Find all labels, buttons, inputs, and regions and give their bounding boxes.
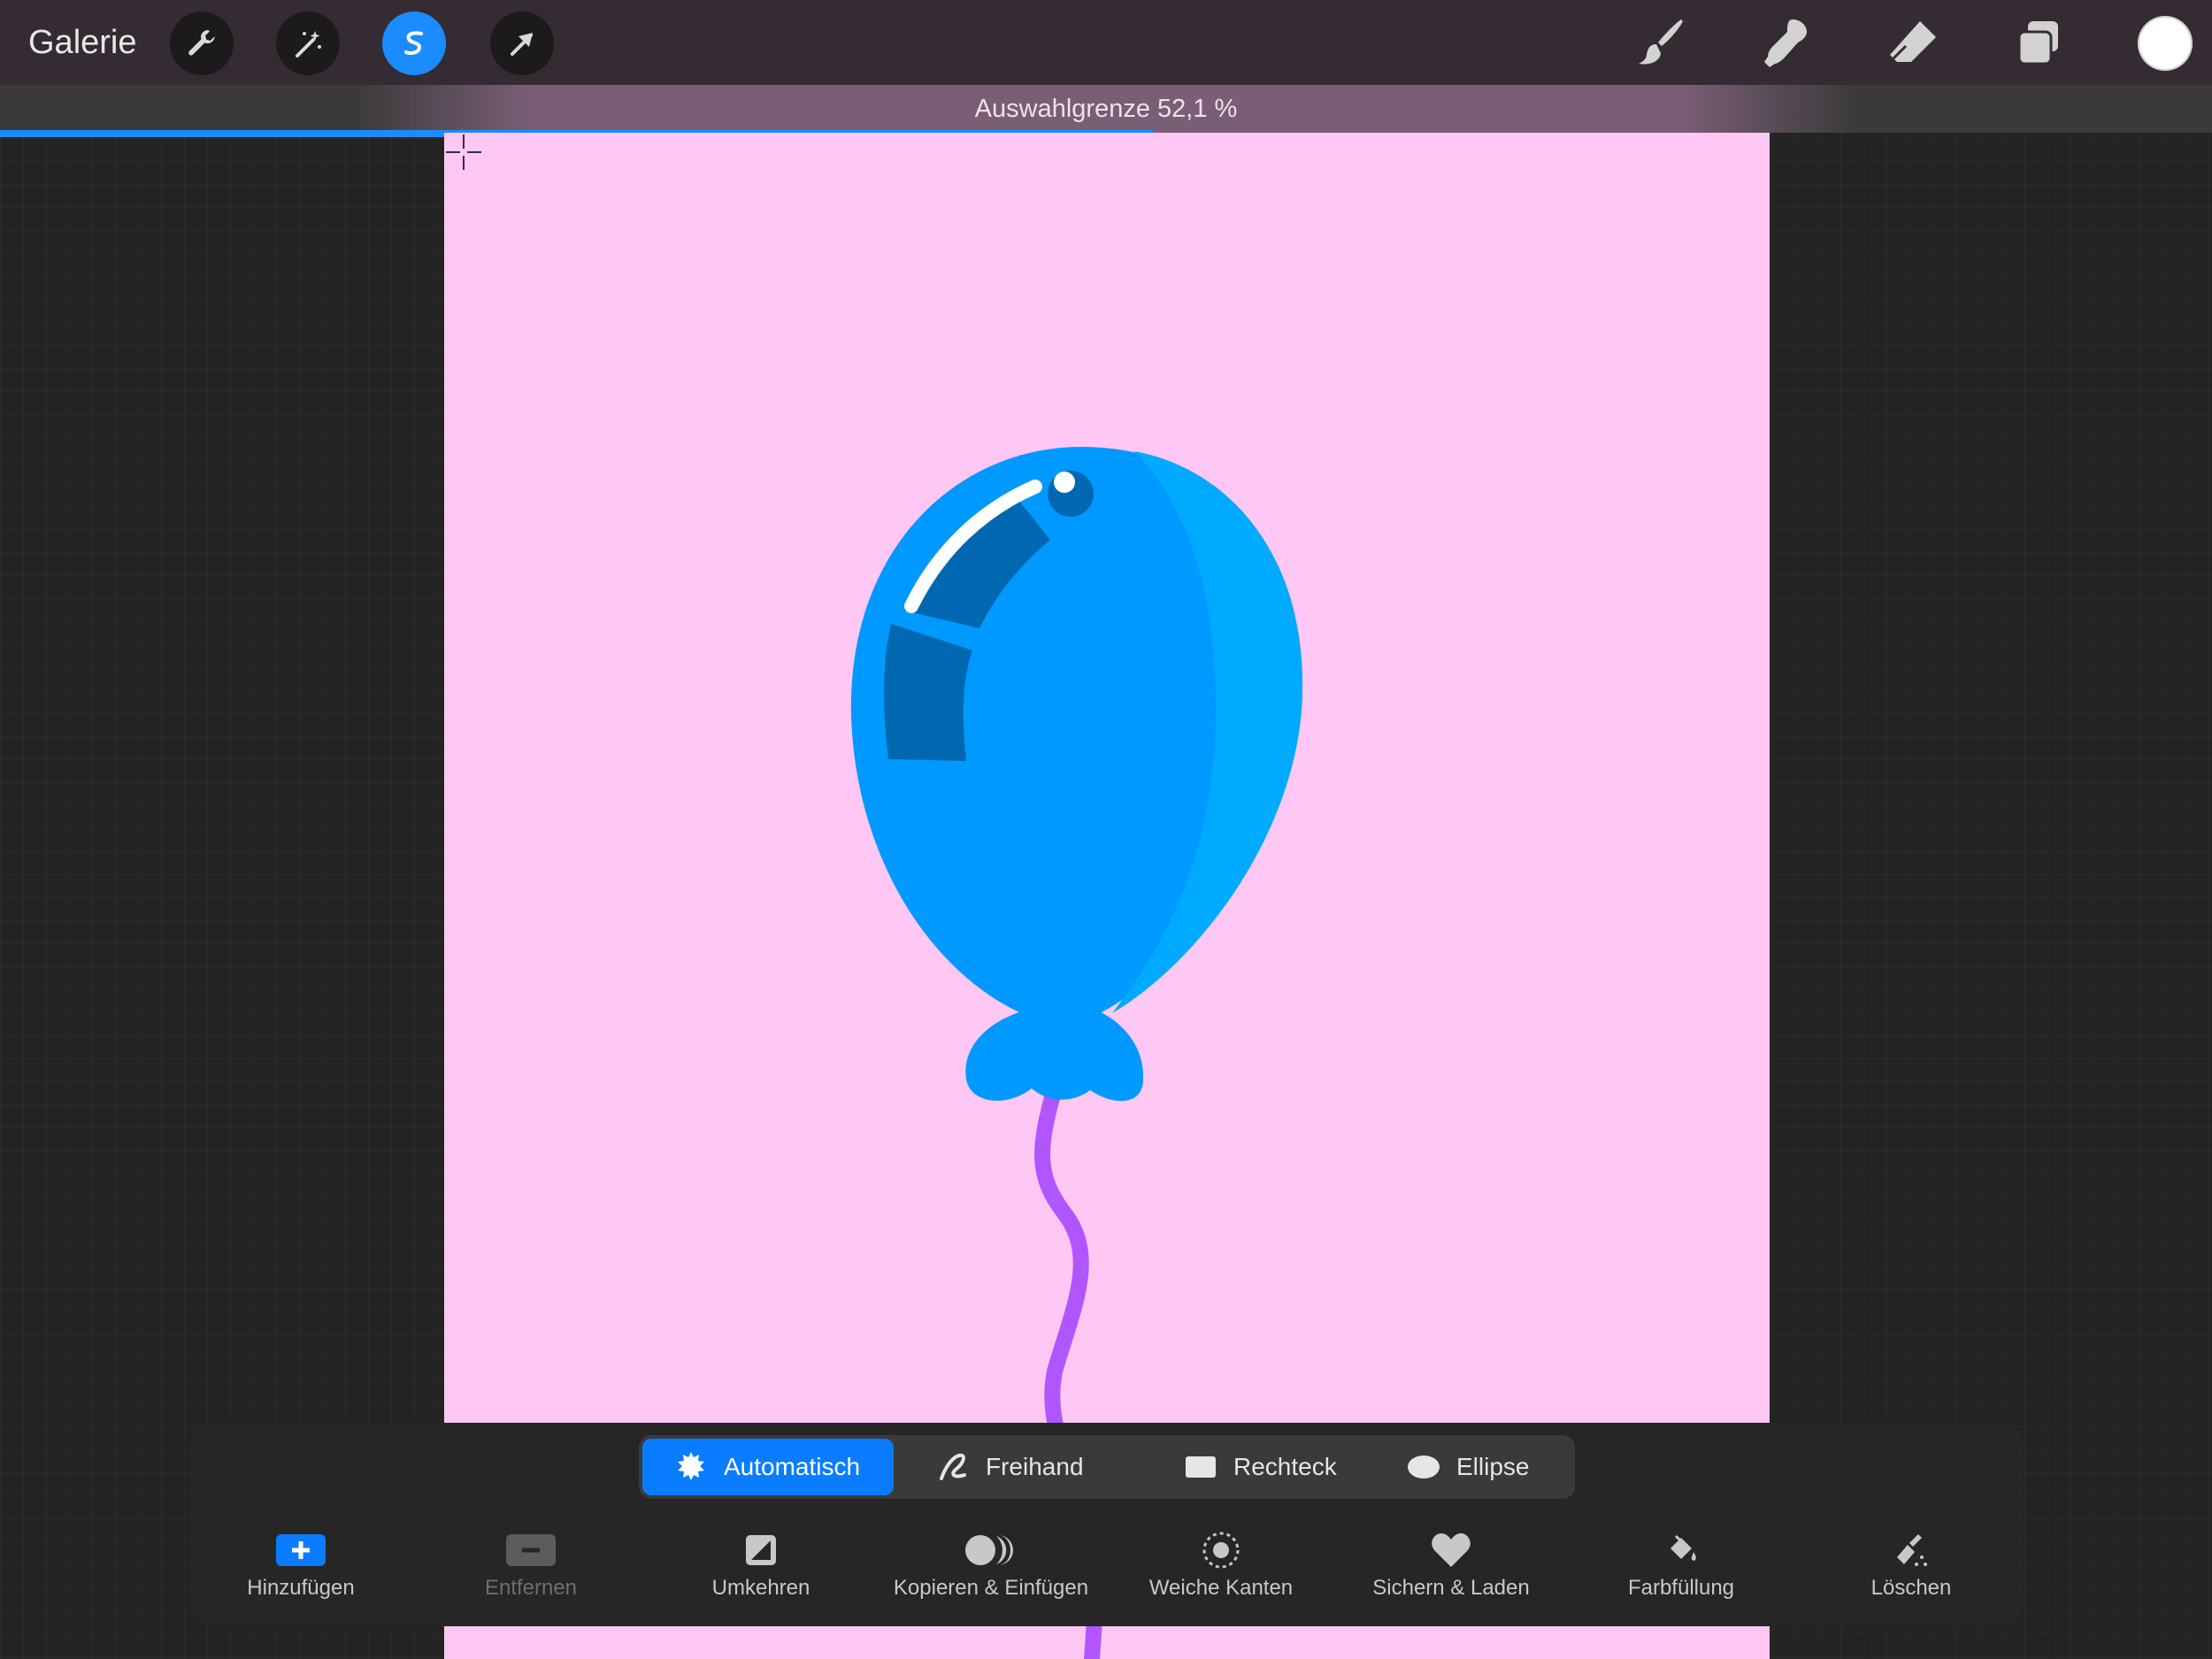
feather-icon bbox=[1115, 1529, 1327, 1571]
adjustments-button[interactable] bbox=[276, 12, 340, 75]
selection-mode-group: Automatisch Freihand Rechteck Ellipse bbox=[639, 1435, 1575, 1499]
invert-label: Umkehren bbox=[711, 1576, 810, 1600]
color-fill-button[interactable]: Farbfüllung bbox=[1575, 1529, 1787, 1601]
top-toolbar: Galerie bbox=[0, 0, 2212, 85]
mode-rectangle-label: Rechteck bbox=[1233, 1453, 1337, 1480]
magic-wand-icon bbox=[296, 31, 321, 58]
feather-button[interactable]: Weiche Kanten bbox=[1115, 1529, 1327, 1601]
mode-ellipse[interactable]: Ellipse bbox=[1377, 1439, 1566, 1495]
add-label: Hinzufügen bbox=[247, 1576, 355, 1600]
color-fill-label: Farbfüllung bbox=[1627, 1576, 1735, 1600]
rectangle-icon bbox=[1184, 1450, 1217, 1484]
add-icon bbox=[195, 1529, 407, 1571]
mode-ellipse-label: Ellipse bbox=[1456, 1453, 1530, 1480]
color-picker-button[interactable] bbox=[2138, 16, 2193, 71]
eraser-button[interactable] bbox=[1881, 11, 1945, 74]
selection-threshold-label: Auswahlgrenze 52,1 % bbox=[974, 95, 1238, 123]
actions-button[interactable] bbox=[170, 12, 234, 75]
mode-rectangle[interactable]: Rechteck bbox=[1161, 1439, 1364, 1495]
freehand-icon bbox=[936, 1450, 970, 1484]
selection-toolbar: Automatisch Freihand Rechteck Ellipse Hi… bbox=[191, 1423, 2023, 1626]
selection-button[interactable] bbox=[382, 12, 446, 75]
automatic-icon bbox=[674, 1450, 708, 1484]
invert-icon bbox=[655, 1529, 867, 1571]
eraser-icon bbox=[1890, 21, 1936, 62]
crosshair-icon bbox=[446, 134, 481, 170]
copy-paste-icon bbox=[885, 1529, 1097, 1571]
save-load-button[interactable]: Sichern & Laden bbox=[1345, 1529, 1557, 1601]
add-button[interactable]: Hinzufügen bbox=[195, 1529, 407, 1601]
transform-button[interactable] bbox=[490, 12, 554, 75]
selection-threshold-bar[interactable]: Auswahlgrenze 52,1 % bbox=[0, 85, 2212, 133]
invert-button[interactable]: Umkehren bbox=[655, 1529, 867, 1601]
mode-freehand[interactable]: Freihand bbox=[913, 1439, 1143, 1495]
save-load-label: Sichern & Laden bbox=[1372, 1576, 1530, 1600]
selection-icon bbox=[404, 31, 423, 55]
copy-paste-label: Kopieren & Einfügen bbox=[893, 1576, 1089, 1600]
layers-button[interactable] bbox=[2007, 11, 2070, 74]
balloon-knot bbox=[965, 1009, 1144, 1102]
feather-label: Weiche Kanten bbox=[1148, 1576, 1294, 1600]
clear-icon bbox=[1805, 1529, 2017, 1571]
mode-automatic[interactable]: Automatisch bbox=[642, 1439, 894, 1495]
remove-label: Entfernen bbox=[484, 1576, 578, 1600]
brush-button[interactable] bbox=[1628, 11, 1692, 74]
gallery-button[interactable]: Galerie bbox=[28, 21, 137, 64]
ellipse-icon bbox=[1407, 1450, 1440, 1484]
smudge-icon bbox=[1764, 19, 1807, 67]
copy-paste-button[interactable]: Kopieren & Einfügen bbox=[885, 1529, 1097, 1601]
remove-button[interactable]: Entfernen bbox=[425, 1529, 637, 1601]
smudge-button[interactable] bbox=[1754, 11, 1817, 74]
clear-button[interactable]: Löschen bbox=[1805, 1529, 2017, 1601]
mode-automatic-label: Automatisch bbox=[724, 1453, 861, 1480]
remove-icon bbox=[425, 1529, 637, 1571]
brush-icon bbox=[1639, 19, 1683, 65]
clear-label: Löschen bbox=[1870, 1576, 1952, 1600]
heart-icon bbox=[1345, 1529, 1557, 1571]
transform-arrow-icon bbox=[511, 33, 533, 56]
mode-freehand-label: Freihand bbox=[986, 1453, 1084, 1480]
balloon-shine-dot bbox=[1054, 472, 1075, 493]
layers-icon bbox=[2017, 21, 2058, 65]
wrench-icon bbox=[188, 30, 215, 56]
color-fill-icon bbox=[1575, 1529, 1787, 1571]
